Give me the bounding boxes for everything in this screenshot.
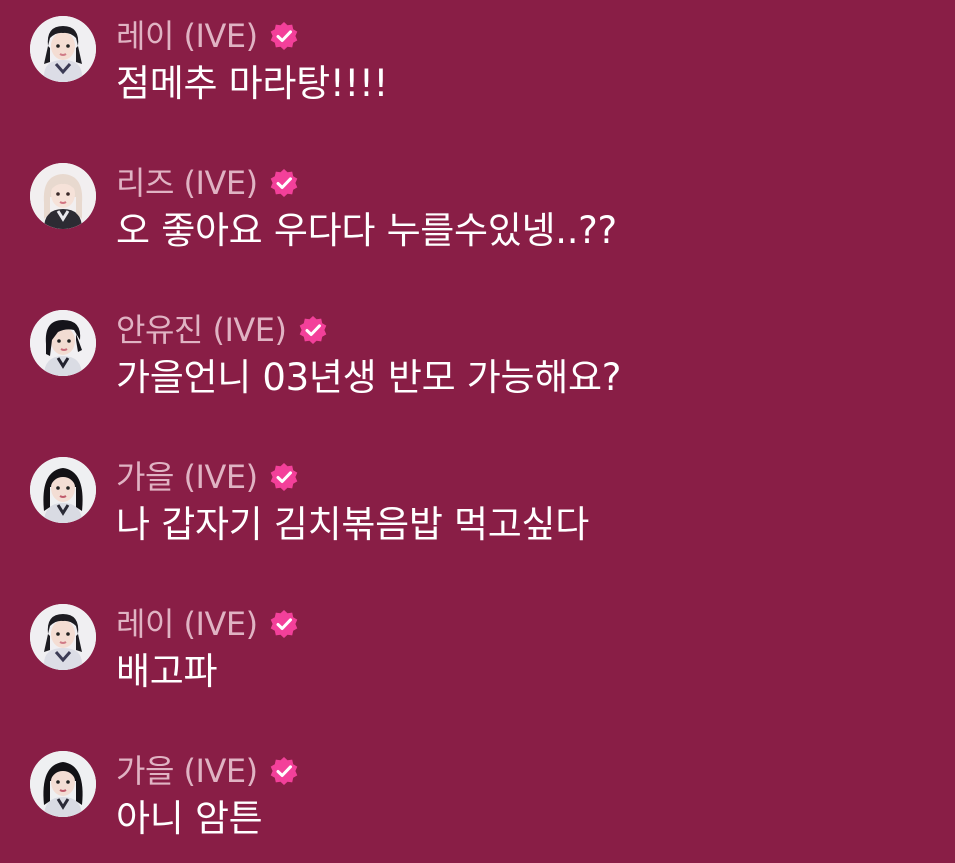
sender-row: 레이 (IVE): [116, 14, 300, 58]
message-text: 나 갑자기 김치볶음밥 먹고싶다: [116, 503, 590, 546]
avatar-gaeul[interactable]: [30, 751, 96, 817]
sender-name[interactable]: 레이 (IVE): [116, 602, 258, 646]
avatar-rei[interactable]: [30, 16, 96, 82]
avatar-gaeul[interactable]: [30, 457, 96, 523]
chat-message: 가을 (IVE) 아니 암튼: [0, 735, 955, 845]
message-text: 점메추 마라탕!!!!: [116, 62, 389, 105]
message-text: 배고파: [116, 650, 218, 693]
sender-name[interactable]: 가을 (IVE): [116, 749, 258, 793]
verified-badge-icon: [297, 314, 329, 346]
chat-message: 레이 (IVE) 배고파: [0, 588, 955, 698]
verified-badge-icon: [268, 167, 300, 199]
avatar-yujin[interactable]: [30, 310, 96, 376]
sender-name[interactable]: 레이 (IVE): [116, 14, 258, 58]
sender-row: 가을 (IVE): [116, 455, 300, 499]
avatar-liz[interactable]: [30, 163, 96, 229]
verified-badge-icon: [268, 755, 300, 787]
sender-row: 레이 (IVE): [116, 602, 300, 646]
sender-name[interactable]: 리즈 (IVE): [116, 161, 258, 205]
message-text: 가을언니 03년생 반모 가능해요?: [116, 356, 622, 399]
verified-badge-icon: [268, 20, 300, 52]
verified-badge-icon: [268, 461, 300, 493]
verified-badge-icon: [268, 608, 300, 640]
message-text: 아니 암튼: [116, 797, 263, 840]
sender-row: 리즈 (IVE): [116, 161, 300, 205]
sender-row: 안유진 (IVE): [116, 308, 329, 352]
chat-message: 가을 (IVE) 나 갑자기 김치볶음밥 먹고싶다: [0, 441, 955, 551]
chat-message: 리즈 (IVE) 오 좋아요 우다다 누를수있넹..??: [0, 147, 955, 257]
avatar-rei[interactable]: [30, 604, 96, 670]
chat-message-list[interactable]: 레이 (IVE) 점메추 마라탕!!!! 리즈 (IVE) 오 좋아요 우다다 …: [0, 0, 955, 863]
message-text: 오 좋아요 우다다 누를수있넹..??: [116, 209, 617, 252]
chat-message: 안유진 (IVE) 가을언니 03년생 반모 가능해요?: [0, 294, 955, 404]
sender-name[interactable]: 안유진 (IVE): [116, 308, 287, 352]
chat-message: 레이 (IVE) 점메추 마라탕!!!!: [0, 0, 955, 110]
sender-row: 가을 (IVE): [116, 749, 300, 793]
sender-name[interactable]: 가을 (IVE): [116, 455, 258, 499]
